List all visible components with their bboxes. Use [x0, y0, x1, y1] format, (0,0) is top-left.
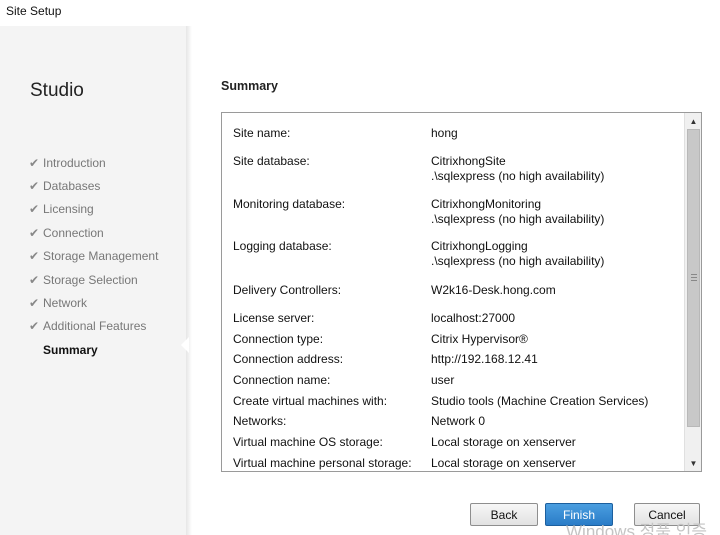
- summary-value: hong: [431, 126, 458, 140]
- page-title: Summary: [221, 79, 278, 93]
- summary-key: Logging database:: [233, 239, 332, 253]
- summary-value: Network 0: [431, 414, 486, 428]
- scroll-up-arrow-icon[interactable]: ▲: [685, 113, 701, 129]
- step-label: Databases: [43, 179, 101, 194]
- checkmark-icon: ✔: [29, 249, 40, 264]
- grip-icon: [691, 274, 697, 281]
- summary-key: Connection type:: [233, 332, 324, 346]
- summary-key: Virtual machine personal storage:: [233, 456, 412, 470]
- scroll-thumb[interactable]: [687, 129, 700, 427]
- summary-value: W2k16-Desk.hong.com: [431, 283, 556, 297]
- summary-value: Citrix Hypervisor®: [431, 332, 528, 346]
- step-label: Storage Selection: [43, 272, 138, 287]
- summary-value-detail: .\sqlexpress (no high availability): [431, 254, 605, 268]
- step-additional-features: ✔ Additional Features: [29, 315, 158, 338]
- checkmark-icon: ✔: [29, 296, 40, 311]
- summary-value: http://192.168.12.41: [431, 352, 538, 366]
- step-label: Introduction: [43, 155, 106, 170]
- summary-key: Delivery Controllers:: [233, 283, 342, 297]
- step-introduction: ✔ Introduction: [29, 151, 158, 174]
- checkmark-icon: ✔: [29, 179, 40, 194]
- step-connection: ✔ Connection: [29, 221, 158, 244]
- step-databases: ✔ Databases: [29, 174, 158, 197]
- checkmark-icon: ✔: [29, 272, 40, 287]
- vertical-scrollbar[interactable]: ▲ ▼: [684, 113, 701, 471]
- step-label: Licensing: [43, 202, 94, 217]
- window-title: Site Setup: [6, 4, 62, 18]
- summary-key: Connection name:: [233, 373, 331, 387]
- checkmark-icon: ✔: [29, 155, 40, 170]
- summary-list: Site name: hong Site database: Citrixhon…: [222, 113, 684, 471]
- step-storage-management: ✔ Storage Management: [29, 245, 158, 268]
- summary-value: user: [431, 373, 455, 387]
- sidebar-shadow: [186, 26, 192, 535]
- wizard-steps: ✔ Introduction ✔ Databases ✔ Licensing ✔ Con…: [29, 151, 158, 362]
- step-label: Connection: [43, 225, 104, 240]
- activation-watermark: Windows 정품 인증: [566, 522, 707, 535]
- step-network: ✔ Network: [29, 291, 158, 314]
- summary-key: Site name:: [233, 126, 291, 140]
- scroll-down-arrow-icon[interactable]: ▼: [685, 455, 701, 471]
- summary-value-detail: .\sqlexpress (no high availability): [431, 169, 605, 183]
- summary-value: CitrixhongMonitoring: [431, 197, 542, 211]
- step-label: Network: [43, 296, 88, 311]
- summary-value: CitrixhongSite: [431, 154, 506, 168]
- title-bar: Site Setup: [0, 0, 720, 26]
- checkmark-icon: ✔: [29, 225, 40, 240]
- summary-key: Connection address:: [233, 352, 344, 366]
- step-licensing: ✔ Licensing: [29, 198, 158, 221]
- step-label: Additional Features: [43, 319, 147, 334]
- step-label: Summary: [43, 342, 98, 357]
- summary-key: Virtual machine OS storage:: [233, 435, 383, 449]
- summary-key: License server:: [233, 311, 315, 325]
- summary-panel[interactable]: Site name: hong Site database: Citrixhon…: [221, 112, 702, 472]
- summary-key: Networks:: [233, 414, 287, 428]
- summary-value: Local storage on xenserver: [431, 435, 576, 449]
- summary-value: Studio tools (Machine Creation Services): [431, 394, 649, 408]
- summary-value: localhost:27000: [431, 311, 516, 325]
- summary-key: Create virtual machines with:: [233, 394, 388, 408]
- checkmark-icon: ✔: [29, 202, 40, 217]
- step-storage-selection: ✔ Storage Selection: [29, 268, 158, 291]
- step-label: Storage Management: [43, 249, 159, 264]
- summary-value: CitrixhongLogging: [431, 239, 528, 253]
- sidebar-heading: Studio: [30, 80, 84, 101]
- back-button[interactable]: Back: [470, 503, 538, 526]
- summary-value: Local storage on xenserver: [431, 456, 576, 470]
- active-step-pointer: [181, 337, 189, 353]
- step-summary: Summary: [29, 338, 158, 361]
- summary-key: Monitoring database:: [233, 197, 346, 211]
- summary-value-detail: .\sqlexpress (no high availability): [431, 212, 605, 226]
- summary-key: Site database:: [233, 154, 310, 168]
- checkmark-icon: ✔: [29, 319, 40, 334]
